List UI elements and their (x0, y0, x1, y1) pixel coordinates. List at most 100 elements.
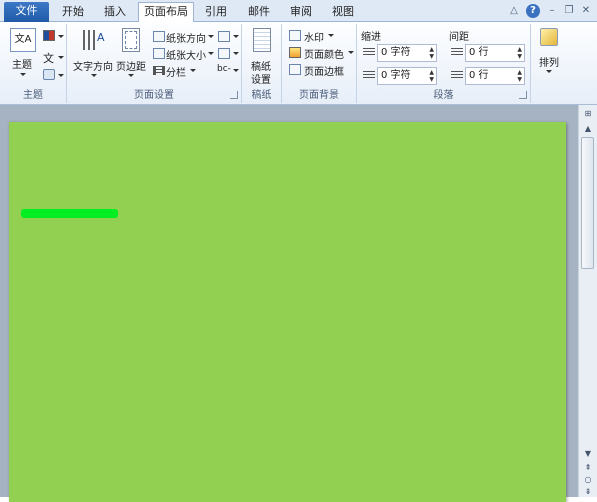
hyphenation-icon[interactable]: bc- (217, 64, 231, 74)
paper-size-dropdown-icon[interactable] (208, 52, 214, 55)
tab-review[interactable]: 审阅 (283, 3, 319, 22)
theme-fonts-dropdown-icon[interactable] (58, 56, 64, 59)
watermark-dropdown-icon[interactable] (328, 34, 334, 37)
spacing-label: 间距 (449, 32, 469, 43)
text-direction-button[interactable]: 文字方向 (73, 58, 113, 73)
orientation-icon (153, 31, 165, 42)
line-numbers-dropdown-icon[interactable] (233, 52, 239, 55)
ribbon-tab-bar: 文件 开始 插入 页面布局 引用 邮件 审阅 视图 △ ? – ❐ ✕ (0, 0, 597, 22)
page-borders-button[interactable]: 页面边框 (304, 63, 344, 78)
watermark-icon (289, 30, 301, 41)
scrollbar-thumb[interactable] (581, 137, 594, 269)
breaks-icon[interactable] (218, 31, 230, 42)
breaks-dropdown-icon[interactable] (233, 35, 239, 38)
restore-window-icon[interactable]: ❐ (562, 4, 576, 18)
page-color-dropdown-icon[interactable] (348, 51, 354, 54)
ruler-toggle-icon[interactable]: ⊞ (582, 108, 594, 120)
watermark-button[interactable]: 水印 (304, 29, 324, 44)
draft-paper-group: 稿纸 设置 稿纸 (242, 24, 282, 103)
line-numbers-icon[interactable] (218, 48, 230, 59)
theme-group-label: 主题 (23, 90, 43, 101)
scroll-up-icon[interactable]: ▲ (582, 123, 594, 135)
page-borders-icon (289, 64, 301, 75)
margins-button[interactable]: 页边距 (116, 58, 146, 73)
spacing-after-down-icon[interactable]: ▼ (517, 77, 522, 83)
paragraph-launcher-icon[interactable] (519, 91, 527, 99)
theme-colors-dropdown-icon[interactable] (58, 35, 64, 38)
indent-right-icon (363, 71, 375, 80)
indent-label: 缩进 (361, 32, 381, 43)
paper-size-icon (153, 48, 165, 59)
help-icon[interactable]: ? (526, 4, 540, 18)
themes-icon: 文A (10, 28, 36, 52)
text-direction-dropdown-icon[interactable] (91, 74, 97, 77)
draft-paper-group-label: 稿纸 (251, 90, 272, 101)
theme-colors-icon[interactable] (43, 30, 55, 41)
page-background-group-label: 页面背景 (299, 90, 339, 101)
indent-left-input[interactable]: 0 字符 ▲ ▼ (377, 44, 437, 62)
scroll-down-icon[interactable]: ▼ (582, 448, 594, 460)
margins-dropdown-icon[interactable] (128, 74, 134, 77)
theme-fonts-icon[interactable]: 文 (43, 50, 54, 66)
minimize-window-icon[interactable]: – (545, 4, 559, 18)
text-direction-icon: A (83, 30, 105, 50)
arrange-button[interactable]: 排列 (539, 54, 559, 69)
themes-dropdown-icon[interactable] (20, 73, 26, 76)
vertical-scrollbar[interactable]: ⊞ ▲ ▼ ⇞ ○ ⇟ (578, 105, 597, 497)
columns-button[interactable]: 分栏 (166, 64, 186, 79)
tab-page-layout[interactable]: 页面布局 (138, 2, 194, 22)
spacing-after-input[interactable]: 0 行 ▲ ▼ (465, 67, 525, 85)
tab-mailings[interactable]: 邮件 (241, 3, 277, 22)
ribbon: 文A 主题 文 主题 A 文字方向 页边距 纸张方向 纸张大小 分栏 bc- 页… (0, 22, 597, 105)
tab-references[interactable]: 引用 (198, 3, 234, 22)
close-window-icon[interactable]: ✕ (579, 4, 593, 18)
orientation-button[interactable]: 纸张方向 (166, 30, 206, 45)
theme-effects-dropdown-icon[interactable] (58, 74, 64, 77)
page-background-group: 水印 页面颜色 页面边框 页面背景 (282, 24, 357, 103)
columns-icon (153, 66, 165, 75)
indent-right-input[interactable]: 0 字符 ▲ ▼ (377, 67, 437, 85)
hyphenation-dropdown-icon[interactable] (233, 69, 239, 72)
paper-size-button[interactable]: 纸张大小 (166, 47, 206, 62)
indent-right-value: 0 字符 (381, 70, 411, 81)
previous-page-icon[interactable]: ⇞ (582, 462, 594, 474)
page-setup-group: A 文字方向 页边距 纸张方向 纸张大小 分栏 bc- 页面设置 (67, 24, 242, 103)
spacing-before-value: 0 行 (469, 47, 489, 58)
tab-view[interactable]: 视图 (325, 3, 361, 22)
spacing-before-icon (451, 48, 463, 57)
document-page[interactable] (9, 122, 566, 502)
document-area (0, 105, 578, 502)
highlighted-text-mark (21, 209, 118, 218)
page-color-icon (289, 47, 301, 58)
select-browse-object-icon[interactable]: ○ (582, 474, 594, 486)
spacing-before-input[interactable]: 0 行 ▲ ▼ (465, 44, 525, 62)
columns-dropdown-icon[interactable] (190, 69, 196, 72)
paragraph-group-label: 段落 (433, 90, 454, 101)
next-page-icon[interactable]: ⇟ (582, 486, 594, 498)
indent-right-down-icon[interactable]: ▼ (429, 77, 434, 83)
page-color-button[interactable]: 页面颜色 (304, 46, 344, 61)
indent-left-value: 0 字符 (381, 47, 411, 58)
orientation-dropdown-icon[interactable] (208, 35, 214, 38)
paragraph-group: 缩进 0 字符 ▲ ▼ 0 字符 ▲ ▼ 间距 0 行 ▲ ▼ 0 行 ▲ ▼ … (357, 24, 531, 103)
page-setup-group-label: 页面设置 (134, 90, 174, 101)
spacing-after-icon (451, 71, 463, 80)
minimize-ribbon-icon[interactable]: △ (507, 4, 521, 18)
draft-paper-button-line2[interactable]: 设置 (251, 71, 271, 86)
tab-file[interactable]: 文件 (4, 2, 49, 22)
draft-paper-icon (253, 28, 271, 52)
arrange-group: 排列 (531, 24, 567, 103)
theme-group: 文A 主题 文 主题 (0, 24, 67, 103)
theme-effects-icon[interactable] (43, 69, 55, 80)
tab-home[interactable]: 开始 (55, 3, 91, 22)
arrange-dropdown-icon[interactable] (546, 70, 552, 73)
indent-left-down-icon[interactable]: ▼ (429, 54, 434, 60)
spacing-after-value: 0 行 (469, 70, 489, 81)
margins-icon (122, 28, 140, 52)
indent-left-icon (363, 48, 375, 57)
tab-insert[interactable]: 插入 (97, 3, 133, 22)
svg-text:A: A (97, 31, 105, 44)
spacing-before-down-icon[interactable]: ▼ (517, 54, 522, 60)
themes-button[interactable]: 主题 (12, 56, 32, 71)
page-setup-launcher-icon[interactable] (230, 91, 238, 99)
